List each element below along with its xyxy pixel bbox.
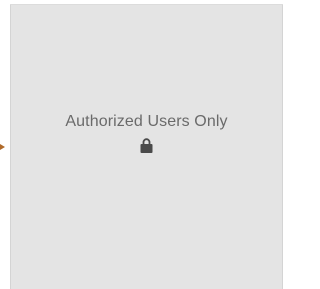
pointer-arrow-icon: [0, 144, 5, 150]
lock-icon: [140, 138, 153, 158]
authorized-users-message: Authorized Users Only: [65, 113, 228, 130]
restricted-panel: Authorized Users Only: [10, 5, 283, 289]
restricted-content: Authorized Users Only: [11, 112, 282, 158]
